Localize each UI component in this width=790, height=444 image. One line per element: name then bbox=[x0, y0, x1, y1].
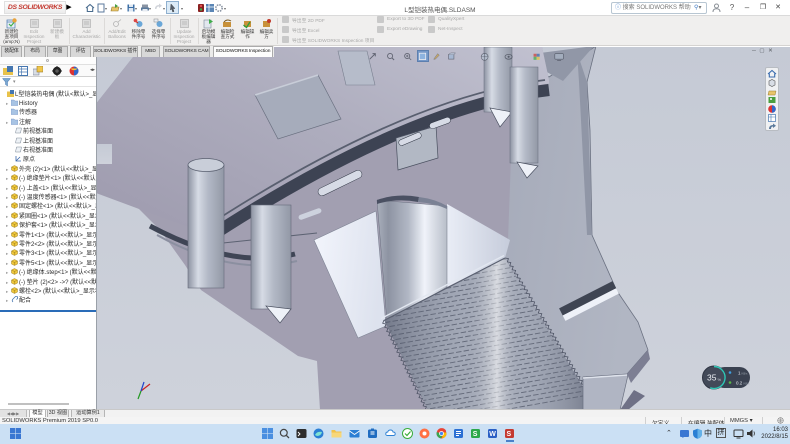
svg-text:35: 35 bbox=[707, 373, 717, 383]
svg-text:W: W bbox=[489, 431, 496, 438]
svg-text:%: % bbox=[718, 377, 722, 382]
svg-text:KB/s: KB/s bbox=[744, 382, 751, 386]
svg-text:S: S bbox=[473, 431, 478, 438]
svg-text:S: S bbox=[507, 431, 512, 438]
svg-text:0.2: 0.2 bbox=[736, 381, 743, 386]
svg-text:KB/s: KB/s bbox=[742, 372, 749, 376]
